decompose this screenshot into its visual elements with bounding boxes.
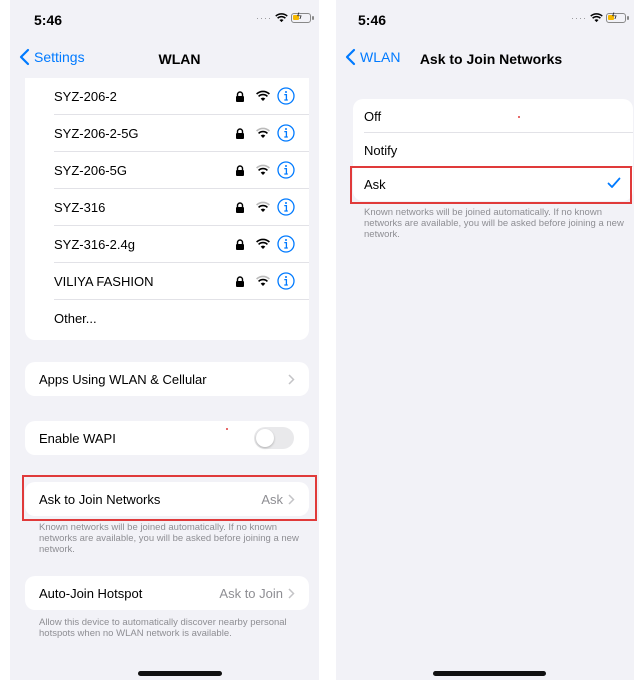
option-label: Off xyxy=(364,108,382,124)
ask-footer: Known networks will be joined automatica… xyxy=(364,207,624,240)
option-label: Ask xyxy=(364,176,386,192)
option-notify[interactable]: Notify xyxy=(353,133,633,167)
info-icon[interactable] xyxy=(277,272,295,290)
wifi-icon xyxy=(256,90,270,101)
apps-using-wlan-group: Apps Using WLAN & Cellular xyxy=(25,362,309,396)
option-ask[interactable]: Ask xyxy=(353,167,633,201)
wifi-icon xyxy=(256,201,270,212)
network-name: SYZ-316-2.4g xyxy=(54,237,135,252)
network-row[interactable]: SYZ-206-2 xyxy=(25,78,309,115)
wifi-icon xyxy=(256,164,270,175)
network-row[interactable]: VILIYA FASHION xyxy=(25,263,309,300)
other-network-label: Other... xyxy=(54,311,97,326)
red-marker xyxy=(518,116,520,118)
home-indicator[interactable] xyxy=(433,671,546,676)
apps-using-wlan-row[interactable]: Apps Using WLAN & Cellular xyxy=(25,362,309,396)
status-icons: ···· ϟ xyxy=(256,11,314,23)
wifi-icon xyxy=(256,238,270,249)
ask-to-join-group: Ask to Join Networks Ask xyxy=(25,482,309,516)
wapi-group: Enable WAPI xyxy=(25,421,309,455)
wapi-toggle[interactable] xyxy=(254,427,294,449)
auto-join-hotspot-value: Ask to Join xyxy=(219,585,283,601)
nav-bar: WLAN Ask to Join Networks xyxy=(336,38,634,78)
ask-to-join-screen: 5:46 ···· ϟ WLAN Ask to Join Networks Of… xyxy=(336,0,634,680)
home-indicator[interactable] xyxy=(138,671,222,676)
enable-wapi-row: Enable WAPI xyxy=(25,421,309,455)
info-icon[interactable] xyxy=(277,161,295,179)
chevron-right-icon xyxy=(288,494,295,505)
wifi-icon xyxy=(256,127,270,138)
wifi-status-icon xyxy=(590,13,603,23)
page-title: Ask to Join Networks xyxy=(419,51,563,67)
auto-join-hotspot-row[interactable]: Auto-Join Hotspot Ask to Join xyxy=(25,576,309,610)
info-icon[interactable] xyxy=(277,198,295,216)
lock-icon xyxy=(236,276,244,287)
red-marker xyxy=(226,428,228,430)
ask-to-join-footer: Known networks will be joined automatica… xyxy=(39,522,299,555)
option-label: Notify xyxy=(364,142,398,158)
hotspot-footer: Allow this device to automatically disco… xyxy=(39,617,287,639)
wifi-icon xyxy=(256,275,270,286)
lock-icon xyxy=(236,128,244,139)
network-row[interactable]: SYZ-206-2-5G xyxy=(25,115,309,152)
page-title: WLAN xyxy=(158,51,201,67)
network-name: SYZ-206-2 xyxy=(54,89,117,104)
nav-bar: Settings WLAN xyxy=(10,38,319,78)
lock-icon xyxy=(236,91,244,102)
network-name: VILIYA FASHION xyxy=(54,274,154,289)
battery-icon: ϟ xyxy=(291,11,314,23)
chevron-right-icon xyxy=(288,374,295,385)
network-name: SYZ-206-2-5G xyxy=(54,126,139,141)
wifi-status-icon xyxy=(275,13,288,23)
chevron-right-icon xyxy=(288,588,295,599)
checkmark-icon xyxy=(607,177,621,188)
apps-using-wlan-label: Apps Using WLAN & Cellular xyxy=(39,371,207,387)
status-bar: 5:46 ···· ϟ xyxy=(10,0,319,38)
network-name: SYZ-316 xyxy=(54,200,106,215)
network-row[interactable]: SYZ-316 xyxy=(25,189,309,226)
signal-dots-icon: ···· xyxy=(256,13,272,23)
lock-icon xyxy=(236,239,244,250)
ask-options-list: Off Notify Ask xyxy=(353,99,633,201)
chevron-left-icon xyxy=(19,48,30,66)
status-time: 5:46 xyxy=(358,12,387,28)
ask-to-join-row[interactable]: Ask to Join Networks Ask xyxy=(25,482,309,516)
option-off[interactable]: Off xyxy=(353,99,633,133)
network-name: SYZ-206-5G xyxy=(54,163,127,178)
auto-join-hotspot-label: Auto-Join Hotspot xyxy=(39,585,143,601)
lock-icon xyxy=(236,202,244,213)
status-time: 5:46 xyxy=(34,12,63,28)
other-network-row[interactable]: Other... xyxy=(25,300,309,337)
status-icons: ···· ϟ xyxy=(571,11,629,23)
enable-wapi-label: Enable WAPI xyxy=(39,430,116,446)
info-icon[interactable] xyxy=(277,124,295,142)
lock-icon xyxy=(236,165,244,176)
signal-dots-icon: ···· xyxy=(571,13,587,23)
wlan-screen: 5:46 ···· ϟ Settings WLAN SYZ-206-2 SYZ-… xyxy=(10,0,319,680)
hotspot-group: Auto-Join Hotspot Ask to Join xyxy=(25,576,309,610)
network-list: SYZ-206-2 SYZ-206-2-5G SYZ-206-5G SYZ-31… xyxy=(25,78,309,340)
ask-to-join-value: Ask xyxy=(261,491,283,507)
network-row[interactable]: SYZ-316-2.4g xyxy=(25,226,309,263)
info-icon[interactable] xyxy=(277,87,295,105)
battery-icon: ϟ xyxy=(606,11,629,23)
ask-to-join-label: Ask to Join Networks xyxy=(39,491,161,507)
info-icon[interactable] xyxy=(277,235,295,253)
status-bar: 5:46 ···· ϟ xyxy=(336,0,634,38)
network-row[interactable]: SYZ-206-5G xyxy=(25,152,309,189)
